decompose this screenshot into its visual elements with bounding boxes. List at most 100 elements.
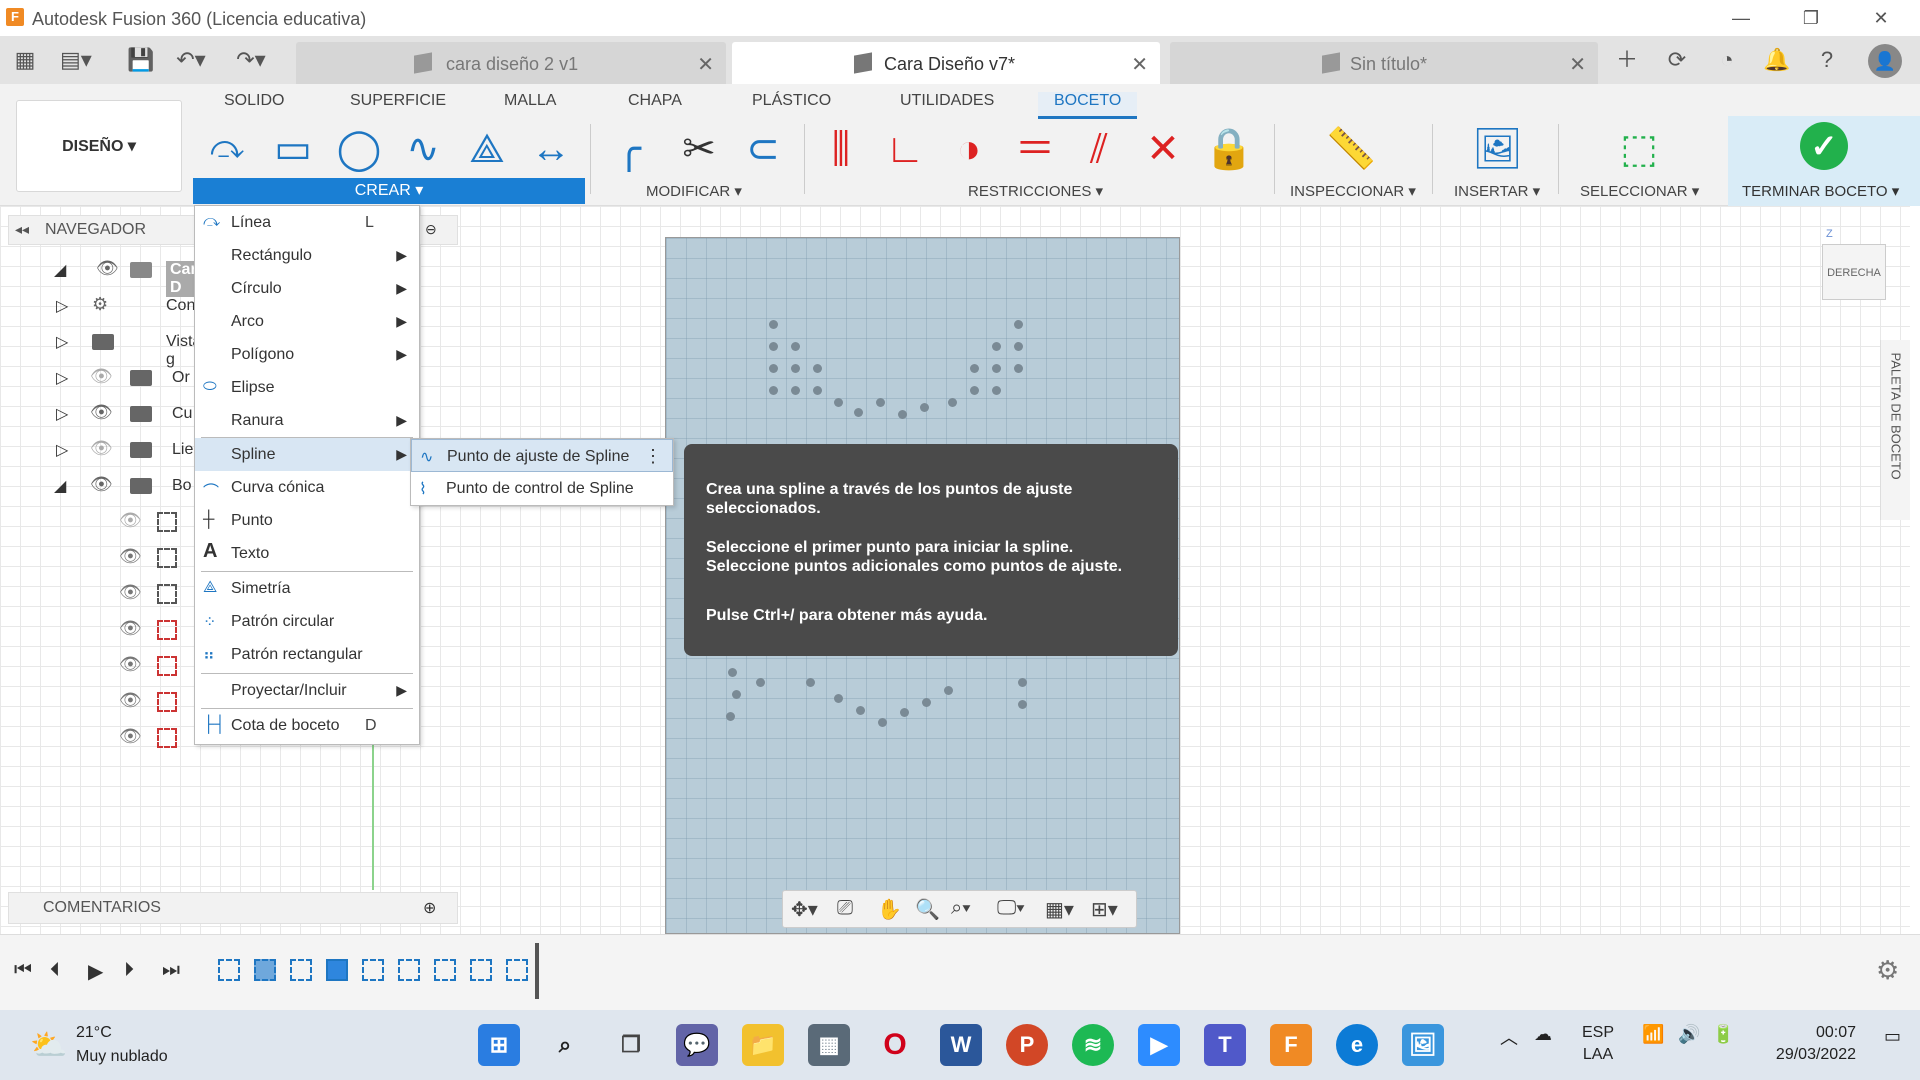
file-explorer-icon[interactable]: 📁 xyxy=(742,1024,784,1066)
tab-cara-diseno-2[interactable]: cara diseño 2 v1 ✕ xyxy=(296,42,726,84)
display-settings-icon[interactable]: 🖵▾ xyxy=(997,897,1025,920)
tab-sin-titulo[interactable]: Sin título* ✕ xyxy=(1170,42,1598,84)
menu-item-curva-conica[interactable]: ⌒ Curva cónica xyxy=(195,471,419,504)
line-tool-icon[interactable]: ⤼ xyxy=(202,122,252,172)
job-status-icon[interactable]: ◔ xyxy=(1712,46,1742,74)
workspace-selector[interactable]: DISEÑO ▾ xyxy=(16,100,182,192)
menu-item-circulo[interactable]: Círculo ▶ xyxy=(195,272,419,305)
skip-to-end-icon[interactable]: ⏭ xyxy=(162,959,180,982)
parallel-constraint-icon[interactable]: ⫽ xyxy=(1074,124,1124,174)
tab-boceto[interactable]: BOCETO xyxy=(1038,92,1138,119)
nav-canvases[interactable]: ▷ 👁 Lie xyxy=(30,434,200,468)
eye-icon[interactable]: 👁 xyxy=(119,546,142,567)
start-windows-icon[interactable]: ⊞ xyxy=(478,1024,520,1066)
insert-image-icon[interactable]: 🖼 xyxy=(1472,124,1523,174)
menu-item-proyectar-incluir[interactable]: Proyectar/Incluir ▶ xyxy=(195,674,419,707)
menu-item-arco[interactable]: Arco ▶ xyxy=(195,305,419,338)
measure-ruler-icon[interactable]: 📏 xyxy=(1326,124,1376,174)
select-window-icon[interactable]: ⬚ xyxy=(1614,124,1664,174)
play-icon[interactable]: ▶ xyxy=(88,959,103,984)
tab-cara-diseno-v7[interactable]: Cara Diseño v7* ✕ xyxy=(732,42,1160,84)
seleccionar-dropdown[interactable]: SELECCIONAR ▾ xyxy=(1580,182,1699,200)
timeline-sketch-item[interactable] xyxy=(434,959,456,981)
zoom-app-icon[interactable]: ▶ xyxy=(1138,1024,1180,1066)
eye-hidden-icon[interactable]: 👁 xyxy=(90,366,113,387)
menu-item-punto[interactable]: ┼ Punto xyxy=(195,504,419,537)
timeline-sketch-item[interactable] xyxy=(290,959,312,981)
powerpoint-icon[interactable]: P xyxy=(1006,1024,1048,1066)
timeline-image-item[interactable] xyxy=(326,959,348,981)
eye-hidden-icon[interactable]: 👁 xyxy=(90,438,113,459)
grid-settings-icon[interactable]: ▦▾ xyxy=(1045,897,1074,922)
rectangle-tool-icon[interactable]: ▭ xyxy=(268,124,318,174)
weather-cloud-sun-icon[interactable]: ⛅ xyxy=(30,1028,67,1063)
add-comment-icon[interactable]: ⊕ xyxy=(423,898,436,918)
edge-icon[interactable]: e xyxy=(1336,1024,1378,1066)
expand-triangle-icon[interactable]: ▷ xyxy=(56,404,68,424)
menu-item-linea[interactable]: ⤼ Línea L xyxy=(195,206,419,239)
view-cube[interactable]: DERECHA xyxy=(1822,244,1886,300)
eye-hidden-icon[interactable]: 👁 xyxy=(119,510,142,531)
close-window-button[interactable]: ✕ xyxy=(1858,4,1904,32)
teams-icon[interactable]: T xyxy=(1204,1024,1246,1066)
expand-triangle-icon[interactable]: ▷ xyxy=(56,440,68,460)
menu-item-poligono[interactable]: Polígono ▶ xyxy=(195,338,419,371)
opera-icon[interactable]: O xyxy=(874,1024,916,1066)
nav-root-component[interactable]: ◢ 👁 Cara D xyxy=(30,254,210,297)
tab-plastico[interactable]: PLÁSTICO xyxy=(752,92,831,110)
user-avatar[interactable]: 👤 xyxy=(1868,44,1902,78)
close-tab-icon[interactable]: ✕ xyxy=(1569,52,1586,77)
calculator-icon[interactable]: ▦ xyxy=(808,1024,850,1066)
nav-sketch-item[interactable]: 👁 xyxy=(115,578,185,612)
timeline-sketch-item[interactable] xyxy=(362,959,384,981)
nav-named-views[interactable]: ▷ Vistas g xyxy=(30,326,209,368)
file-menu-icon[interactable]: ▤▾ xyxy=(60,46,92,74)
save-icon[interactable]: 💾 xyxy=(126,46,156,74)
close-tab-icon[interactable]: ✕ xyxy=(1131,52,1148,77)
nav-origin[interactable]: ▷ 👁 Or xyxy=(30,362,200,396)
menu-item-spline[interactable]: Spline ▶ xyxy=(195,438,419,471)
nav-document-settings[interactable]: ▷ ⚙ Configur xyxy=(30,290,226,324)
new-tab-plus-icon[interactable]: ＋ xyxy=(1612,46,1642,74)
minus-circle-icon[interactable]: ⊖ xyxy=(425,221,437,238)
tab-utilidades[interactable]: UTILIDADES xyxy=(900,92,994,110)
perpendicular-cross-icon[interactable]: ✕ xyxy=(1138,124,1188,174)
weather-temperature[interactable]: 21°C xyxy=(76,1024,112,1042)
notifications-bell-icon[interactable]: 🔔 xyxy=(1762,46,1792,74)
menu-item-spline-control-point[interactable]: ⌇ Punto de control de Spline xyxy=(411,472,673,505)
eye-icon[interactable]: 👁 xyxy=(119,618,142,639)
onedrive-cloud-icon[interactable]: ☁ xyxy=(1534,1024,1552,1045)
step-forward-icon[interactable]: ⏵ xyxy=(124,959,134,982)
weather-condition[interactable]: Muy nublado xyxy=(76,1048,168,1066)
nav-sketch-item[interactable]: 👁 xyxy=(115,722,185,756)
mirror-tool-icon[interactable]: ⟁ xyxy=(462,124,512,174)
menu-item-ranura[interactable]: Ranura ▶ xyxy=(195,404,419,437)
collapse-arrows-icon[interactable]: ◂◂ xyxy=(15,221,29,238)
clock[interactable]: 00:07 29/03/2022 xyxy=(1776,1022,1856,1063)
trim-scissors-icon[interactable]: ✂ xyxy=(674,124,724,174)
finish-sketch-button[interactable]: ✓ TERMINAR BOCETO ▾ xyxy=(1728,116,1920,206)
collapse-triangle-icon[interactable]: ◢ xyxy=(54,476,66,496)
notification-center-icon[interactable]: ▭ xyxy=(1884,1026,1901,1047)
search-icon[interactable]: ⌕ xyxy=(544,1024,586,1066)
help-icon[interactable]: ? xyxy=(1812,46,1842,74)
input-language[interactable]: ESP LAA xyxy=(1582,1022,1614,1066)
show-hidden-icons-chevron-icon[interactable]: ︿ xyxy=(1500,1024,1518,1050)
battery-icon[interactable]: 🔋 xyxy=(1712,1024,1734,1045)
gear-icon[interactable]: ⚙ xyxy=(1876,955,1899,986)
skip-to-start-icon[interactable]: ⏮ xyxy=(14,959,32,982)
nav-sketch-item[interactable]: 👁 xyxy=(115,686,185,720)
insertar-dropdown[interactable]: INSERTAR ▾ xyxy=(1454,182,1540,200)
menu-item-texto[interactable]: A Texto xyxy=(195,537,419,570)
chat-icon[interactable]: 💬 xyxy=(676,1024,718,1066)
menu-item-simetria[interactable]: ⟁ Simetría xyxy=(195,572,419,605)
nav-sketch-item[interactable]: 👁 xyxy=(115,650,185,684)
spline-tool-icon[interactable]: ∿ xyxy=(398,124,448,174)
nav-sketch-item[interactable]: 👁 xyxy=(115,542,185,576)
step-back-icon[interactable]: ⏴ xyxy=(50,959,60,982)
spotify-icon[interactable]: ≋ xyxy=(1072,1024,1114,1066)
eye-icon[interactable]: 👁 xyxy=(119,726,142,747)
menu-item-patron-circular[interactable]: ⁘ Patrón circular xyxy=(195,605,419,638)
wifi-icon[interactable]: 📶 xyxy=(1642,1024,1664,1045)
more-options-icon[interactable]: ⋮ xyxy=(644,446,662,467)
